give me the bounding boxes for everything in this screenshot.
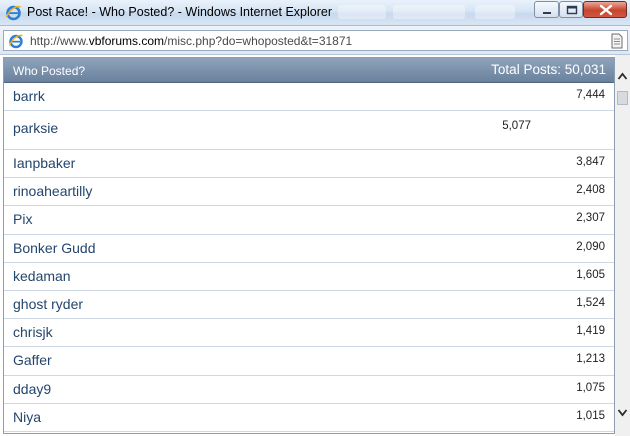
scroll-down-arrow-icon[interactable]	[615, 405, 630, 420]
page-content: Who Posted? Total Posts: 50,031 barrk 7,…	[0, 55, 630, 436]
poster-name-link[interactable]: Bonker Gudd	[13, 240, 96, 256]
table-row: rinoaheartilly 2,408	[4, 178, 614, 207]
table-row: barrk 7,444	[4, 83, 614, 111]
internet-explorer-icon	[5, 5, 22, 21]
table-row: chrisjk 1,419	[4, 319, 614, 348]
close-button[interactable]	[583, 1, 627, 18]
table-row: parksie 5,077	[4, 111, 614, 150]
post-count: 1,524	[576, 296, 605, 309]
poster-name-link[interactable]: Gaffer	[13, 352, 52, 368]
poster-name-link[interactable]: Pix	[13, 211, 32, 227]
post-count: 5,077	[502, 120, 531, 132]
table-row: Gaffer 1,213	[4, 347, 614, 376]
poster-name-link[interactable]: ghost ryder	[13, 296, 83, 312]
title-bar-reflection	[475, 5, 515, 19]
url-path: /misc.php?do=whoposted&t=31871	[164, 34, 353, 48]
table-row: ghost ryder 1,524	[4, 291, 614, 320]
who-posted-table: Who Posted? Total Posts: 50,031 barrk 7,…	[3, 57, 615, 434]
post-count: 7,444	[576, 89, 605, 101]
table-row: Pix 2,307	[4, 206, 614, 235]
poster-name-link[interactable]: rinoaheartilly	[13, 183, 92, 199]
maximize-icon	[566, 5, 578, 15]
address-field[interactable]: http://www.vbforums.com/misc.php?do=whop…	[3, 30, 628, 51]
address-bar: http://www.vbforums.com/misc.php?do=whop…	[0, 26, 630, 55]
post-count: 1,213	[576, 353, 605, 366]
minimize-icon	[543, 12, 551, 14]
post-count: 1,015	[576, 409, 605, 422]
poster-name-link[interactable]: parksie	[13, 120, 58, 136]
table-title: Who Posted?	[13, 64, 86, 78]
table-row: Niya 1,015	[4, 404, 614, 432]
title-bar-reflection	[338, 5, 386, 19]
table-row: Ianpbaker 3,847	[4, 150, 614, 179]
post-count: 2,408	[576, 184, 605, 197]
window-title: Post Race! - Who Posted? - Windows Inter…	[27, 5, 332, 19]
poster-name-link[interactable]: Niya	[13, 409, 41, 425]
table-row: Bonker Gudd 2,090	[4, 235, 614, 263]
poster-name-link[interactable]: barrk	[13, 88, 45, 104]
post-count: 2,307	[576, 212, 605, 225]
poster-name-link[interactable]: kedaman	[13, 268, 71, 284]
scroll-up-arrow-icon[interactable]	[615, 69, 630, 84]
post-count: 1,605	[576, 268, 605, 281]
address-url: http://www.vbforums.com/misc.php?do=whop…	[30, 34, 352, 48]
maximize-button[interactable]	[559, 1, 583, 18]
vertical-scrollbar[interactable]	[615, 55, 630, 436]
table-row: dday9 1,075	[4, 376, 614, 404]
poster-name-link[interactable]: dday9	[13, 381, 51, 397]
url-domain: vbforums.com	[88, 34, 165, 48]
window-title-bar: Post Race! - Who Posted? - Windows Inter…	[0, 0, 630, 26]
page-icon[interactable]	[610, 33, 624, 49]
close-icon	[599, 4, 613, 16]
post-count: 1,075	[576, 381, 605, 394]
scrollbar-thumb[interactable]	[617, 91, 628, 105]
post-count: 1,419	[576, 325, 605, 338]
post-count: 2,090	[576, 240, 605, 253]
title-bar-reflection	[393, 5, 465, 19]
minimize-button[interactable]	[534, 1, 559, 18]
total-posts: Total Posts: 50,031	[491, 62, 606, 77]
table-row: kedaman 1,605	[4, 263, 614, 291]
url-prefix: http://www.	[30, 34, 89, 48]
poster-name-link[interactable]: chrisjk	[13, 324, 53, 340]
internet-explorer-icon	[8, 34, 24, 49]
table-header: Who Posted? Total Posts: 50,031	[4, 58, 614, 83]
post-count: 3,847	[576, 156, 605, 168]
poster-name-link[interactable]: Ianpbaker	[13, 155, 75, 171]
